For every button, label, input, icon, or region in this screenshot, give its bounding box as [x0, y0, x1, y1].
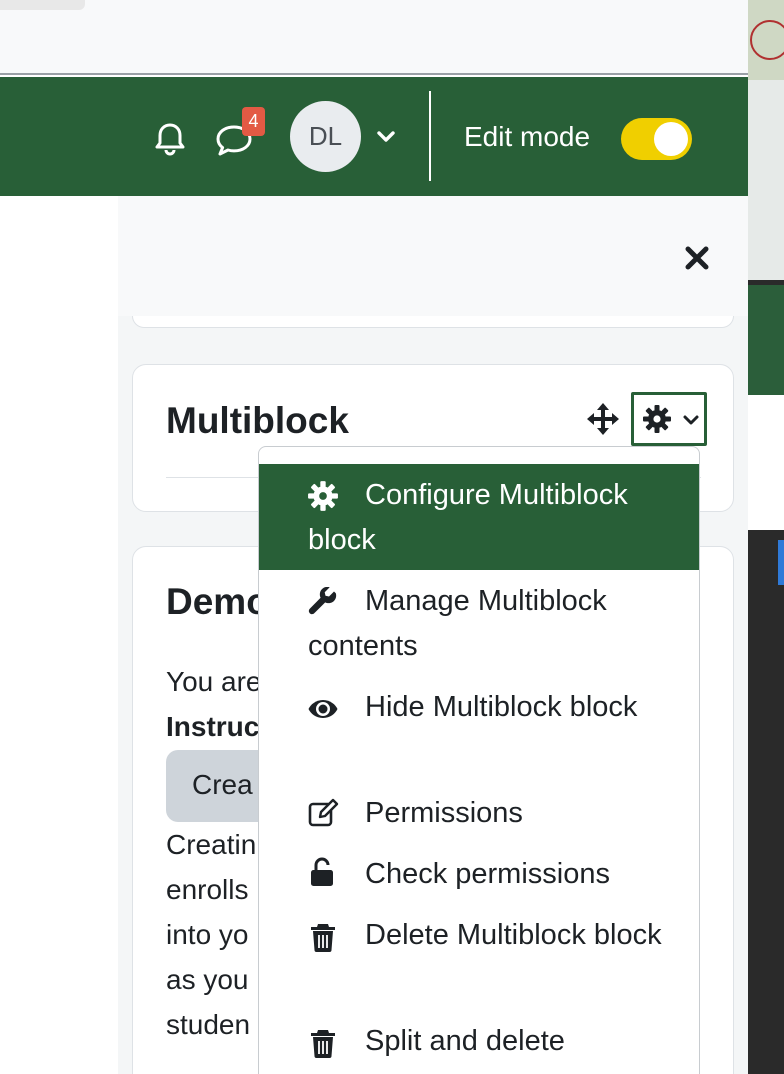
drawer-header	[118, 196, 748, 316]
edit-mode-toggle[interactable]	[621, 118, 692, 160]
menu-item-label: Manage Multiblock contents	[308, 585, 607, 662]
menu-item-label: Permissions	[365, 797, 523, 829]
browser-tab[interactable]	[0, 0, 85, 10]
move-icon[interactable]	[585, 401, 621, 437]
close-icon[interactable]	[680, 241, 714, 275]
menu-item-manage-contents[interactable]: Manage Multiblock contents	[259, 577, 699, 683]
chevron-down-icon	[683, 415, 699, 425]
create-button-label: Crea	[192, 769, 253, 800]
demo-text-line: studen	[166, 1009, 251, 1040]
demo-text-line: enrolls	[166, 874, 249, 905]
browser-top-bar	[0, 0, 748, 75]
menu-item-label: Configure Multiblock block	[308, 479, 628, 556]
block-title: Multiblock	[166, 400, 349, 441]
demo-text-line: You are	[166, 666, 262, 697]
gear-icon	[643, 405, 671, 433]
block-title: Demo	[166, 581, 269, 622]
notification-count-badge: 4	[242, 107, 265, 136]
menu-item-delete[interactable]: Delete Multiblock block	[259, 911, 699, 1017]
toggle-knob	[654, 122, 688, 156]
menu-item-configure[interactable]: Configure Multiblock block	[259, 464, 699, 570]
top-navbar: 4 DL Edit mode	[0, 77, 748, 196]
edit-mode-label: Edit mode	[464, 121, 591, 152]
menu-item-label: Split and delete	[365, 1025, 565, 1057]
menu-item-split-and-delete[interactable]: Split and delete	[259, 1017, 699, 1074]
menu-item-permissions[interactable]: Permissions	[259, 789, 699, 850]
chevron-down-icon[interactable]	[376, 129, 396, 145]
block-actions-button[interactable]	[631, 392, 707, 446]
demo-text-line: Creatin	[166, 829, 257, 860]
menu-item-label: Check permissions	[365, 858, 610, 890]
bell-icon[interactable]	[152, 121, 188, 157]
menu-item-check-permissions[interactable]: Check permissions	[259, 850, 699, 911]
avatar[interactable]: DL	[290, 101, 361, 172]
block-actions-menu: Configure Multiblock block Manage Multib…	[258, 446, 700, 1074]
menu-item-label: Hide Multiblock block	[365, 691, 638, 723]
menu-item-hide[interactable]: Hide Multiblock block	[259, 683, 699, 789]
menu-item-label: Delete Multiblock block	[365, 919, 662, 951]
demo-text-line: into yo	[166, 919, 249, 950]
background-window-edge	[748, 0, 784, 1074]
demo-text-line: as you	[166, 964, 249, 995]
navbar-divider	[429, 91, 431, 181]
demo-text-line: Instruc	[166, 711, 260, 742]
